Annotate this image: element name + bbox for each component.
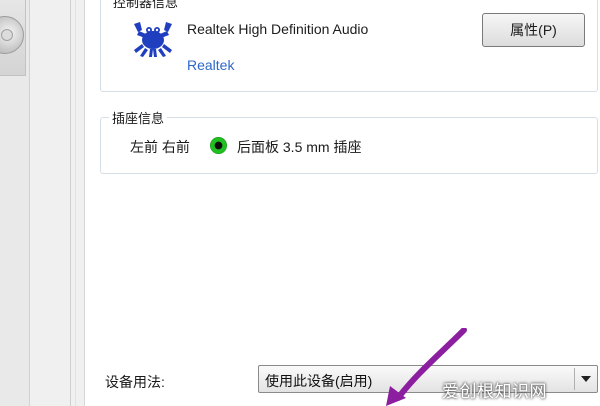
panel-divider-secondary xyxy=(75,0,76,406)
controller-info-title: 控制器信息 xyxy=(110,0,182,11)
speaker-icon xyxy=(0,16,24,54)
driver-vendor-link[interactable]: Realtek xyxy=(187,57,234,73)
jack-color-indicator-icon xyxy=(210,137,227,154)
device-usage-label: 设备用法: xyxy=(105,374,165,390)
jack-position: 左前 右前 xyxy=(130,139,190,155)
jack-info-title: 插座信息 xyxy=(109,108,168,127)
device-icon-card[interactable] xyxy=(0,0,26,76)
jack-description: 后面板 3.5 mm 插座 xyxy=(237,139,362,155)
watermark-text: 爱创根知识网 xyxy=(442,382,547,401)
driver-name: Realtek High Definition Audio xyxy=(187,21,369,37)
properties-button[interactable]: 属性(P) xyxy=(482,13,585,47)
panel-divider xyxy=(70,0,71,406)
device-usage-selected-value: 使用此设备(启用) xyxy=(265,373,373,389)
realtek-crab-logo-icon xyxy=(134,22,172,57)
device-list-strip xyxy=(0,0,30,406)
